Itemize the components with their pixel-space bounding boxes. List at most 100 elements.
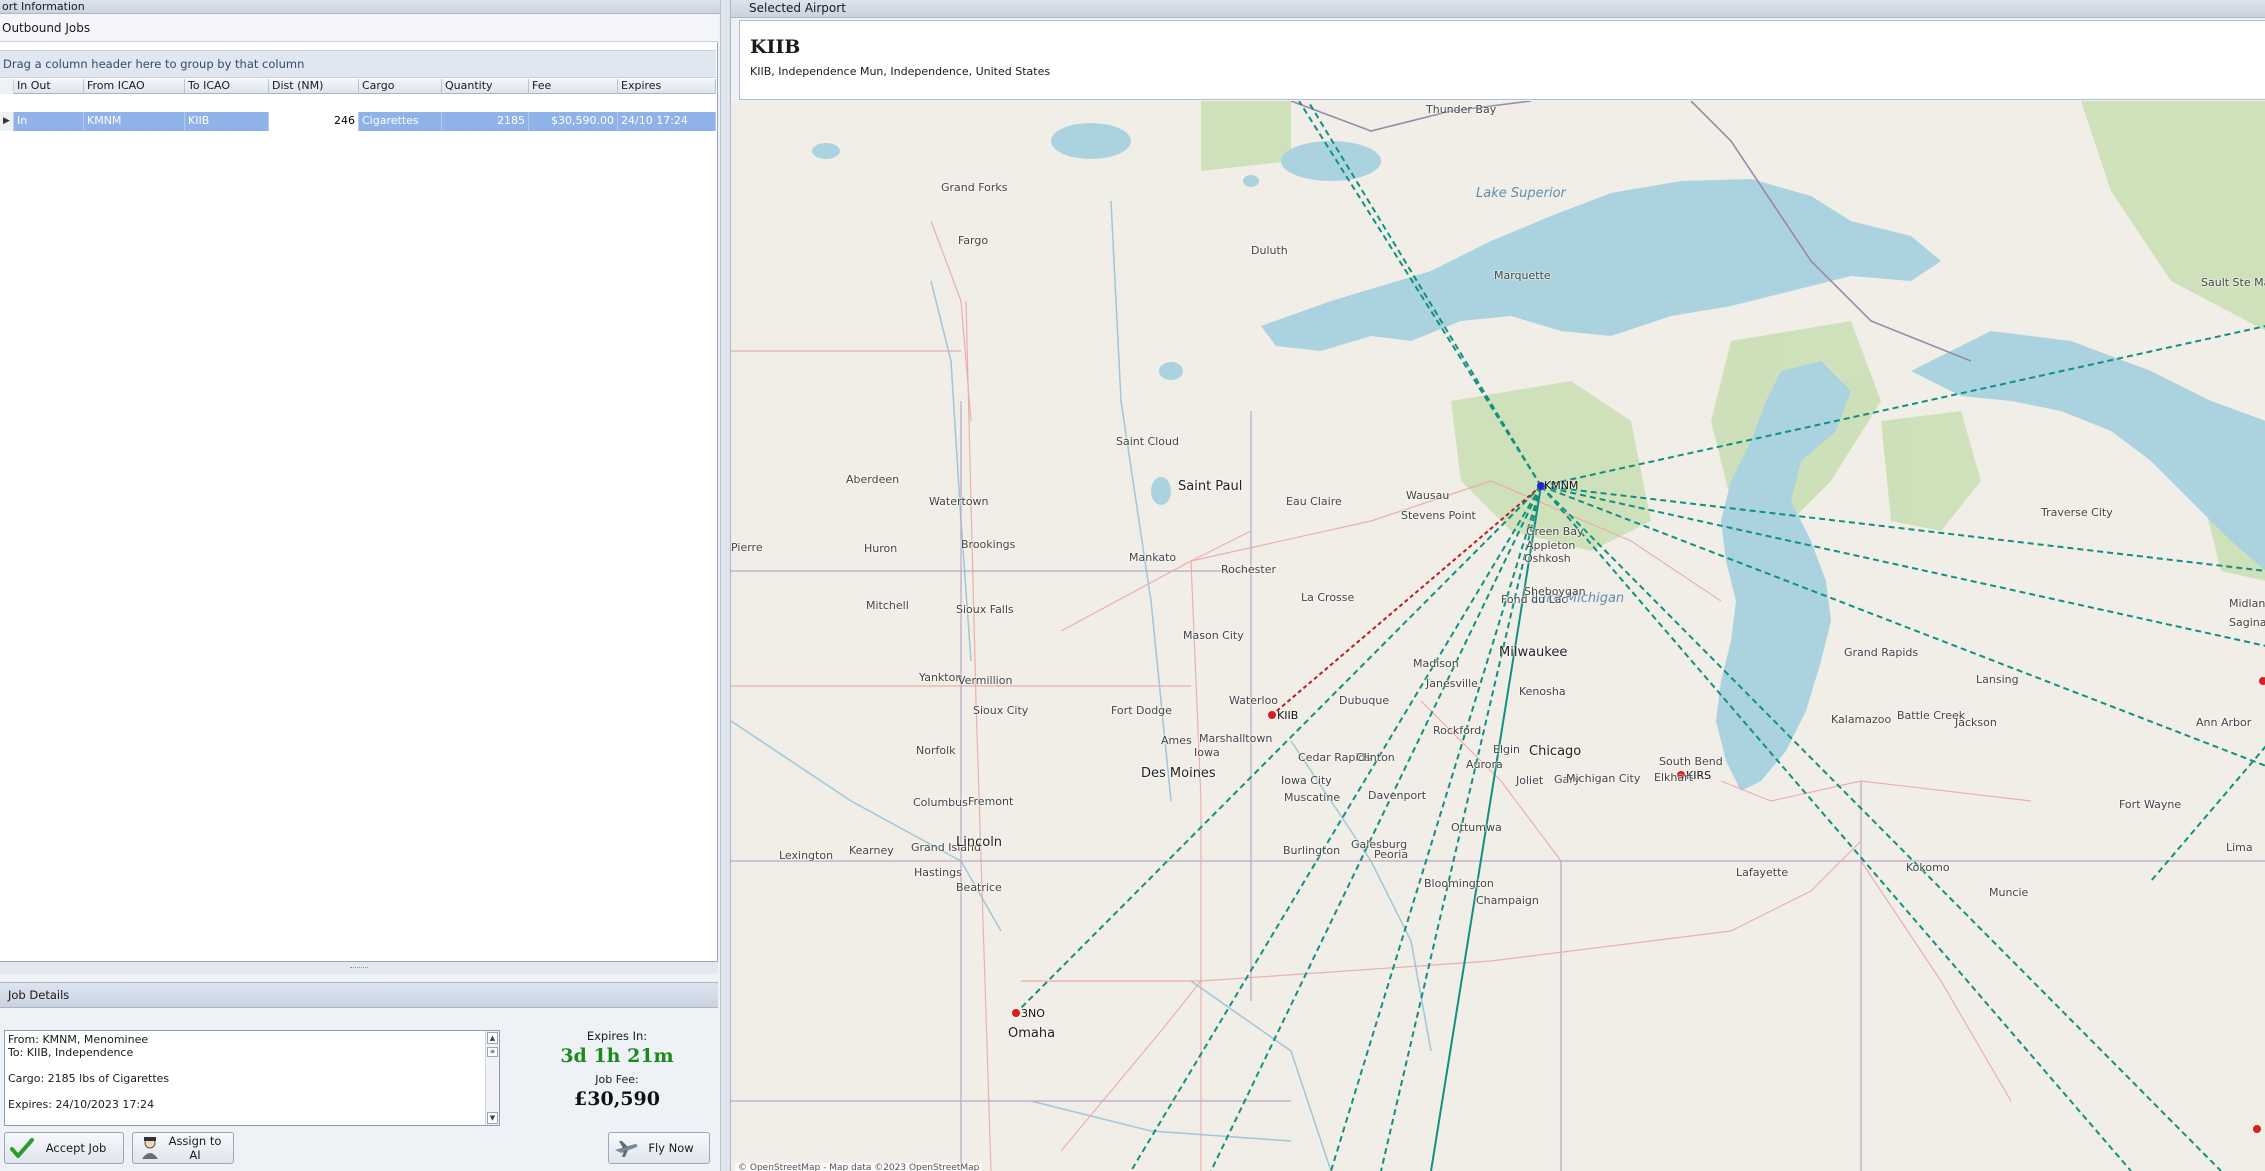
scroll-thumb[interactable]: ≡ — [487, 1047, 498, 1057]
city-label: Lexington — [779, 849, 834, 862]
city-label: Omaha — [1008, 1026, 1056, 1041]
selected-airport-caption: Selected Airport — [731, 0, 2265, 18]
city-label: Midland — [2229, 597, 2265, 610]
airport-marker-east2[interactable] — [2253, 1125, 2261, 1133]
city-label: Norfolk — [916, 744, 956, 757]
group-by-panel[interactable]: Drag a column header here to group by th… — [0, 50, 716, 78]
job-details-panel: Job Details From: KMNM, Menominee To: KI… — [0, 982, 718, 1171]
airport-label-kiib[interactable]: KIIB — [1277, 709, 1298, 722]
city-label: Madison — [1413, 657, 1459, 670]
airport-label-3no[interactable]: 3NO — [1021, 1007, 1045, 1020]
detail-line-cargo: Cargo: 2185 lbs of Cigarettes — [8, 1072, 170, 1085]
job-details-text[interactable]: From: KMNM, Menominee To: KIIB, Independ… — [4, 1030, 500, 1126]
job-fee-value: £30,590 — [574, 1088, 660, 1110]
airport-marker-kiib[interactable] — [1268, 711, 1276, 719]
cell-expires[interactable]: 24/10 17:24 — [618, 112, 716, 131]
assign-to-ai-button[interactable]: Assign to AI — [132, 1132, 234, 1164]
pilot-icon — [137, 1135, 163, 1161]
city-label: Davenport — [1368, 789, 1427, 802]
city-label: Dubuque — [1339, 694, 1390, 707]
column-header-cargo[interactable]: Cargo — [359, 79, 442, 94]
airport-info-box: KIIB KIIB, Independence Mun, Independenc… — [739, 20, 2265, 100]
city-label: Columbus — [913, 796, 968, 809]
details-scrollbar[interactable]: ▲ ≡ ▼ — [485, 1031, 499, 1125]
map-canvas[interactable] — [731, 101, 2265, 1171]
city-label: Elgin — [1493, 743, 1521, 756]
city-label: Muncie — [1989, 886, 2029, 899]
route-map[interactable]: KMNM KIIB KIRS 3NO Lake Superior Lake Mi… — [731, 101, 2265, 1171]
row-indicator[interactable]: ▶ — [0, 112, 14, 131]
detail-line-blank — [8, 1059, 479, 1072]
cell-from-icao[interactable]: KMNM — [84, 112, 185, 131]
airport-marker-east1[interactable] — [2259, 677, 2265, 685]
splitter-grip[interactable] — [350, 967, 368, 969]
city-label: Jackson — [1955, 716, 1997, 729]
scroll-up-icon[interactable]: ▲ — [487, 1032, 498, 1044]
cell-dist[interactable]: 246 — [269, 112, 359, 131]
column-header-from-icao[interactable]: From ICAO — [84, 79, 185, 94]
city-label: Iowa City — [1281, 774, 1332, 787]
cell-to-icao[interactable]: KIIB — [185, 112, 269, 131]
panel-splitter[interactable] — [0, 962, 718, 974]
city-label: Yankton — [919, 671, 963, 684]
city-label: Sioux Falls — [956, 603, 1014, 616]
cell-in-out[interactable]: In — [14, 112, 84, 131]
grid-header: In Out From ICAO To ICAO Dist (NM) Cargo… — [0, 79, 716, 94]
scroll-down-icon[interactable]: ▼ — [487, 1112, 498, 1124]
city-label: Kenosha — [1519, 685, 1566, 698]
job-fee-label: Job Fee: — [595, 1073, 639, 1086]
city-label: Clinton — [1356, 751, 1395, 764]
accept-job-button[interactable]: Accept Job — [4, 1132, 124, 1164]
city-label: Ottumwa — [1451, 821, 1502, 834]
city-label: Lima — [2226, 841, 2253, 854]
airport-marker-3no[interactable] — [1012, 1009, 1020, 1017]
cell-quantity[interactable]: 2185 — [442, 112, 529, 131]
column-header-fee[interactable]: Fee — [529, 79, 618, 94]
city-label: Kearney — [849, 844, 894, 857]
fly-now-button[interactable]: Fly Now — [608, 1132, 710, 1164]
city-label: Burlington — [1283, 844, 1341, 857]
city-label: Marshalltown — [1199, 732, 1273, 745]
city-label: Stevens Point — [1401, 509, 1476, 522]
city-label: Sioux City — [973, 704, 1029, 717]
airport-label-kmnm[interactable]: KMNM — [1544, 479, 1578, 492]
city-label: Traverse City — [2041, 506, 2113, 519]
map-attribution[interactable]: © OpenStreetMap - Map data ©2023 OpenStr… — [735, 1163, 983, 1171]
city-label: Vermillion — [958, 674, 1013, 687]
column-header-quantity[interactable]: Quantity — [442, 79, 529, 94]
table-row[interactable]: ▶ In KMNM KIIB 246 Cigarettes 2185 $30,5… — [0, 112, 716, 131]
expires-summary: Expires In: 3d 1h 21m Job Fee: £30,590 — [520, 1029, 714, 1110]
row-indicator-header — [0, 79, 14, 94]
column-header-to-icao[interactable]: To ICAO — [185, 79, 269, 94]
city-label: Watertown — [929, 495, 989, 508]
assign-to-ai-label: Assign to AI — [168, 1134, 222, 1162]
city-label: Chicago — [1529, 744, 1582, 759]
city-label: Bloomington — [1424, 877, 1494, 890]
airport-code: KIIB — [750, 36, 801, 58]
cell-cargo[interactable]: Cigarettes — [359, 112, 442, 131]
city-label: La Crosse — [1301, 591, 1355, 604]
city-label: Joliet — [1516, 774, 1544, 787]
column-header-dist[interactable]: Dist (NM) — [269, 79, 359, 94]
outbound-jobs-panel: Outbound Jobs Drag a column header here … — [0, 14, 718, 962]
detail-line-expires: Expires: 24/10/2023 17:24 — [8, 1098, 155, 1111]
city-label: Fort Dodge — [1111, 704, 1172, 717]
column-header-expires[interactable]: Expires — [618, 79, 716, 94]
city-label: Waterloo — [1229, 694, 1279, 707]
airport-information-caption: ort Information — [0, 0, 720, 14]
pane-divider[interactable] — [720, 0, 730, 1171]
city-label: Mason City — [1183, 629, 1244, 642]
city-label: Iowa — [1194, 746, 1220, 759]
cell-fee[interactable]: $30,590.00 — [529, 112, 618, 131]
city-label: Mankato — [1129, 551, 1177, 564]
city-label: Elkhart — [1654, 771, 1693, 784]
city-label: Huron — [864, 542, 898, 555]
city-label: Sheboygan — [1524, 585, 1586, 598]
city-label: Fremont — [968, 795, 1014, 808]
city-label: Fargo — [958, 234, 989, 247]
city-label: Eau Claire — [1286, 495, 1342, 508]
column-header-in-out[interactable]: In Out — [14, 79, 84, 94]
city-label: Milwaukee — [1499, 645, 1568, 660]
checkmark-icon — [9, 1135, 35, 1161]
city-label: South Bend — [1659, 755, 1723, 768]
